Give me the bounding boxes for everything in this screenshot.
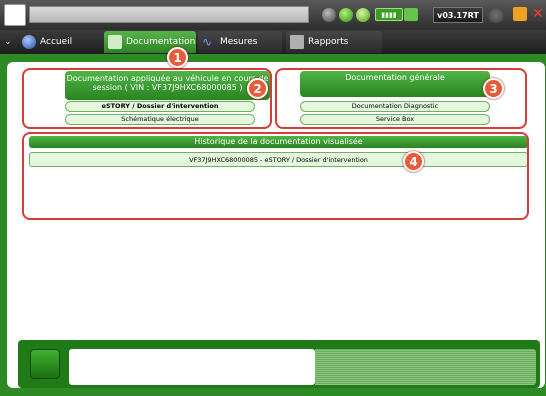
annotation-frame-4	[22, 132, 529, 220]
home-icon	[22, 35, 36, 49]
annotation-badge-1: 1	[167, 47, 188, 68]
chevron-down-icon[interactable]: ⌄	[4, 31, 12, 53]
minimize-button[interactable]	[513, 7, 527, 21]
annotation-frame-3	[275, 68, 527, 129]
battery-icon: ▮▮▮▮	[375, 8, 403, 21]
annotation-badge-2: 2	[247, 78, 268, 99]
status-indicator	[30, 349, 60, 379]
status-icon[interactable]	[356, 8, 370, 22]
tab-label: Rapports	[308, 37, 349, 47]
plug-icon	[404, 8, 418, 21]
title-field	[29, 6, 309, 23]
document-icon	[108, 35, 122, 49]
tab-mesures[interactable]: ∿ Mesures	[198, 31, 282, 53]
waveform-icon: ∿	[202, 35, 213, 49]
tab-label: Mesures	[220, 37, 258, 47]
annotation-frame-2	[22, 68, 272, 129]
report-icon	[290, 35, 304, 49]
connection-icon[interactable]	[322, 8, 336, 22]
signal-icon[interactable]	[339, 8, 353, 22]
close-button[interactable]: ✕	[532, 6, 546, 22]
tab-accueil[interactable]: ⌄ Accueil	[0, 31, 100, 53]
version-label: v03.17RT	[433, 7, 483, 23]
tab-label: Accueil	[40, 37, 73, 47]
progress-area	[315, 349, 536, 385]
annotation-badge-3: 3	[483, 78, 504, 99]
annotation-badge-4: 4	[403, 151, 424, 172]
message-area	[69, 349, 315, 385]
brand-logo	[4, 4, 26, 26]
power-button[interactable]	[487, 7, 505, 23]
tab-rapports[interactable]: Rapports	[286, 31, 382, 53]
